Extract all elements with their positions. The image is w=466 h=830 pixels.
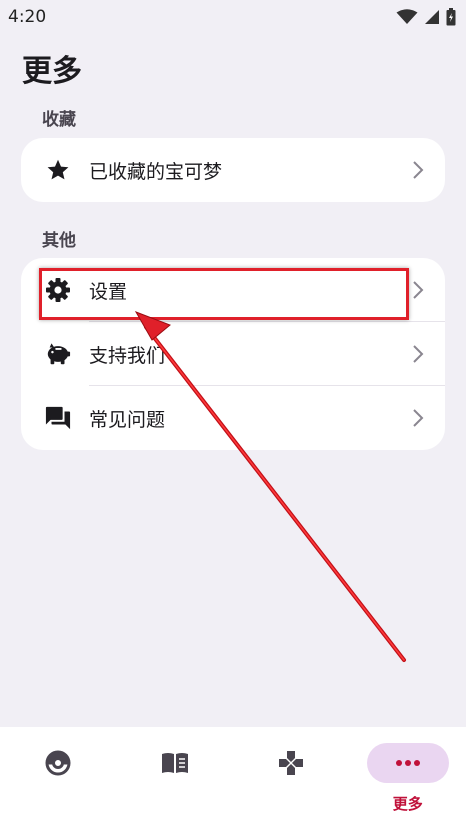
page-title: 更多	[22, 54, 82, 89]
favorites-card: 已收藏的宝可梦	[21, 138, 445, 202]
section-label-other: 其他	[42, 231, 76, 251]
nav-label-more: 更多	[392, 795, 423, 813]
nav-item-more[interactable]: 更多	[350, 727, 466, 830]
nav-item-games[interactable]	[233, 727, 350, 830]
favorite-pokemon-label: 已收藏的宝可梦	[89, 160, 223, 183]
book-icon	[161, 753, 188, 773]
more-dots-icon	[395, 760, 420, 766]
nav-icon-wrap	[17, 743, 99, 783]
nav-icon-wrap	[134, 743, 216, 783]
chevron-right-icon	[407, 343, 429, 365]
status-bar: 4:20	[0, 0, 466, 34]
pokeball-icon	[45, 750, 71, 776]
settings-row[interactable]: 设置	[21, 258, 445, 322]
faq-row[interactable]: 常见问题	[21, 386, 445, 450]
nav-icon-wrap	[250, 743, 332, 783]
gear-icon	[45, 277, 71, 303]
wifi-icon	[396, 9, 418, 24]
piggy-bank-icon	[45, 341, 71, 367]
support-us-row[interactable]: 支持我们	[21, 322, 445, 386]
nav-item-pokedex[interactable]	[0, 727, 117, 830]
faq-label: 常见问题	[89, 408, 166, 431]
nav-item-guide[interactable]	[117, 727, 234, 830]
chevron-right-icon	[407, 407, 429, 429]
chat-bubbles-icon	[45, 405, 71, 431]
section-label-favorites: 收藏	[42, 110, 76, 130]
gamepad-icon	[279, 751, 304, 775]
favorite-pokemon-row[interactable]: 已收藏的宝可梦	[21, 138, 445, 202]
star-icon	[45, 157, 71, 183]
battery-icon	[446, 8, 456, 26]
status-icons	[396, 8, 456, 26]
chevron-right-icon	[407, 279, 429, 301]
signal-icon	[425, 10, 439, 24]
support-us-label: 支持我们	[89, 344, 166, 367]
bottom-nav: 更多	[0, 727, 466, 830]
chevron-right-icon	[407, 159, 429, 181]
other-card: 设置 支持我们 常见问题	[21, 258, 445, 450]
status-time: 4:20	[8, 7, 47, 27]
nav-icon-wrap	[366, 743, 449, 783]
settings-label: 设置	[89, 280, 128, 303]
